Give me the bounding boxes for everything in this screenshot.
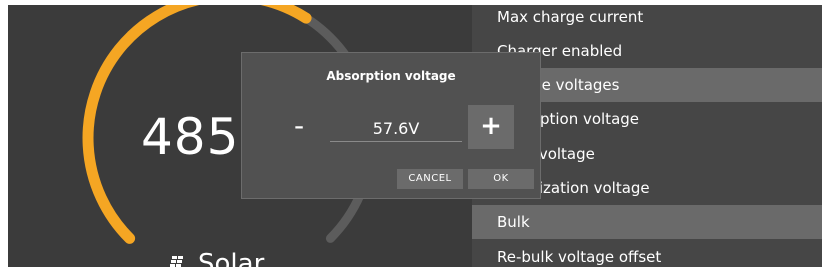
menu-item-bulk[interactable]: Bulk bbox=[472, 205, 822, 239]
solar-panel-icon bbox=[170, 256, 183, 267]
source-label: Solar bbox=[198, 249, 265, 267]
voltage-dialog: Absorption voltage - 57.6V + CANCEL OK bbox=[241, 52, 541, 199]
dialog-title: Absorption voltage bbox=[326, 69, 456, 83]
increment-button[interactable]: + bbox=[468, 105, 514, 149]
menu-item-rebulk-voltage-offset[interactable]: Re-bulk voltage offset bbox=[472, 240, 822, 267]
ok-button[interactable]: OK bbox=[468, 169, 534, 189]
decrement-button[interactable]: - bbox=[284, 107, 314, 147]
device-screen: 485W Solar Max charge current Charger en… bbox=[8, 5, 822, 267]
menu-item-max-charge-current[interactable]: Max charge current bbox=[472, 5, 822, 34]
cancel-button[interactable]: CANCEL bbox=[397, 169, 463, 189]
voltage-value-field[interactable]: 57.6V bbox=[330, 117, 462, 142]
